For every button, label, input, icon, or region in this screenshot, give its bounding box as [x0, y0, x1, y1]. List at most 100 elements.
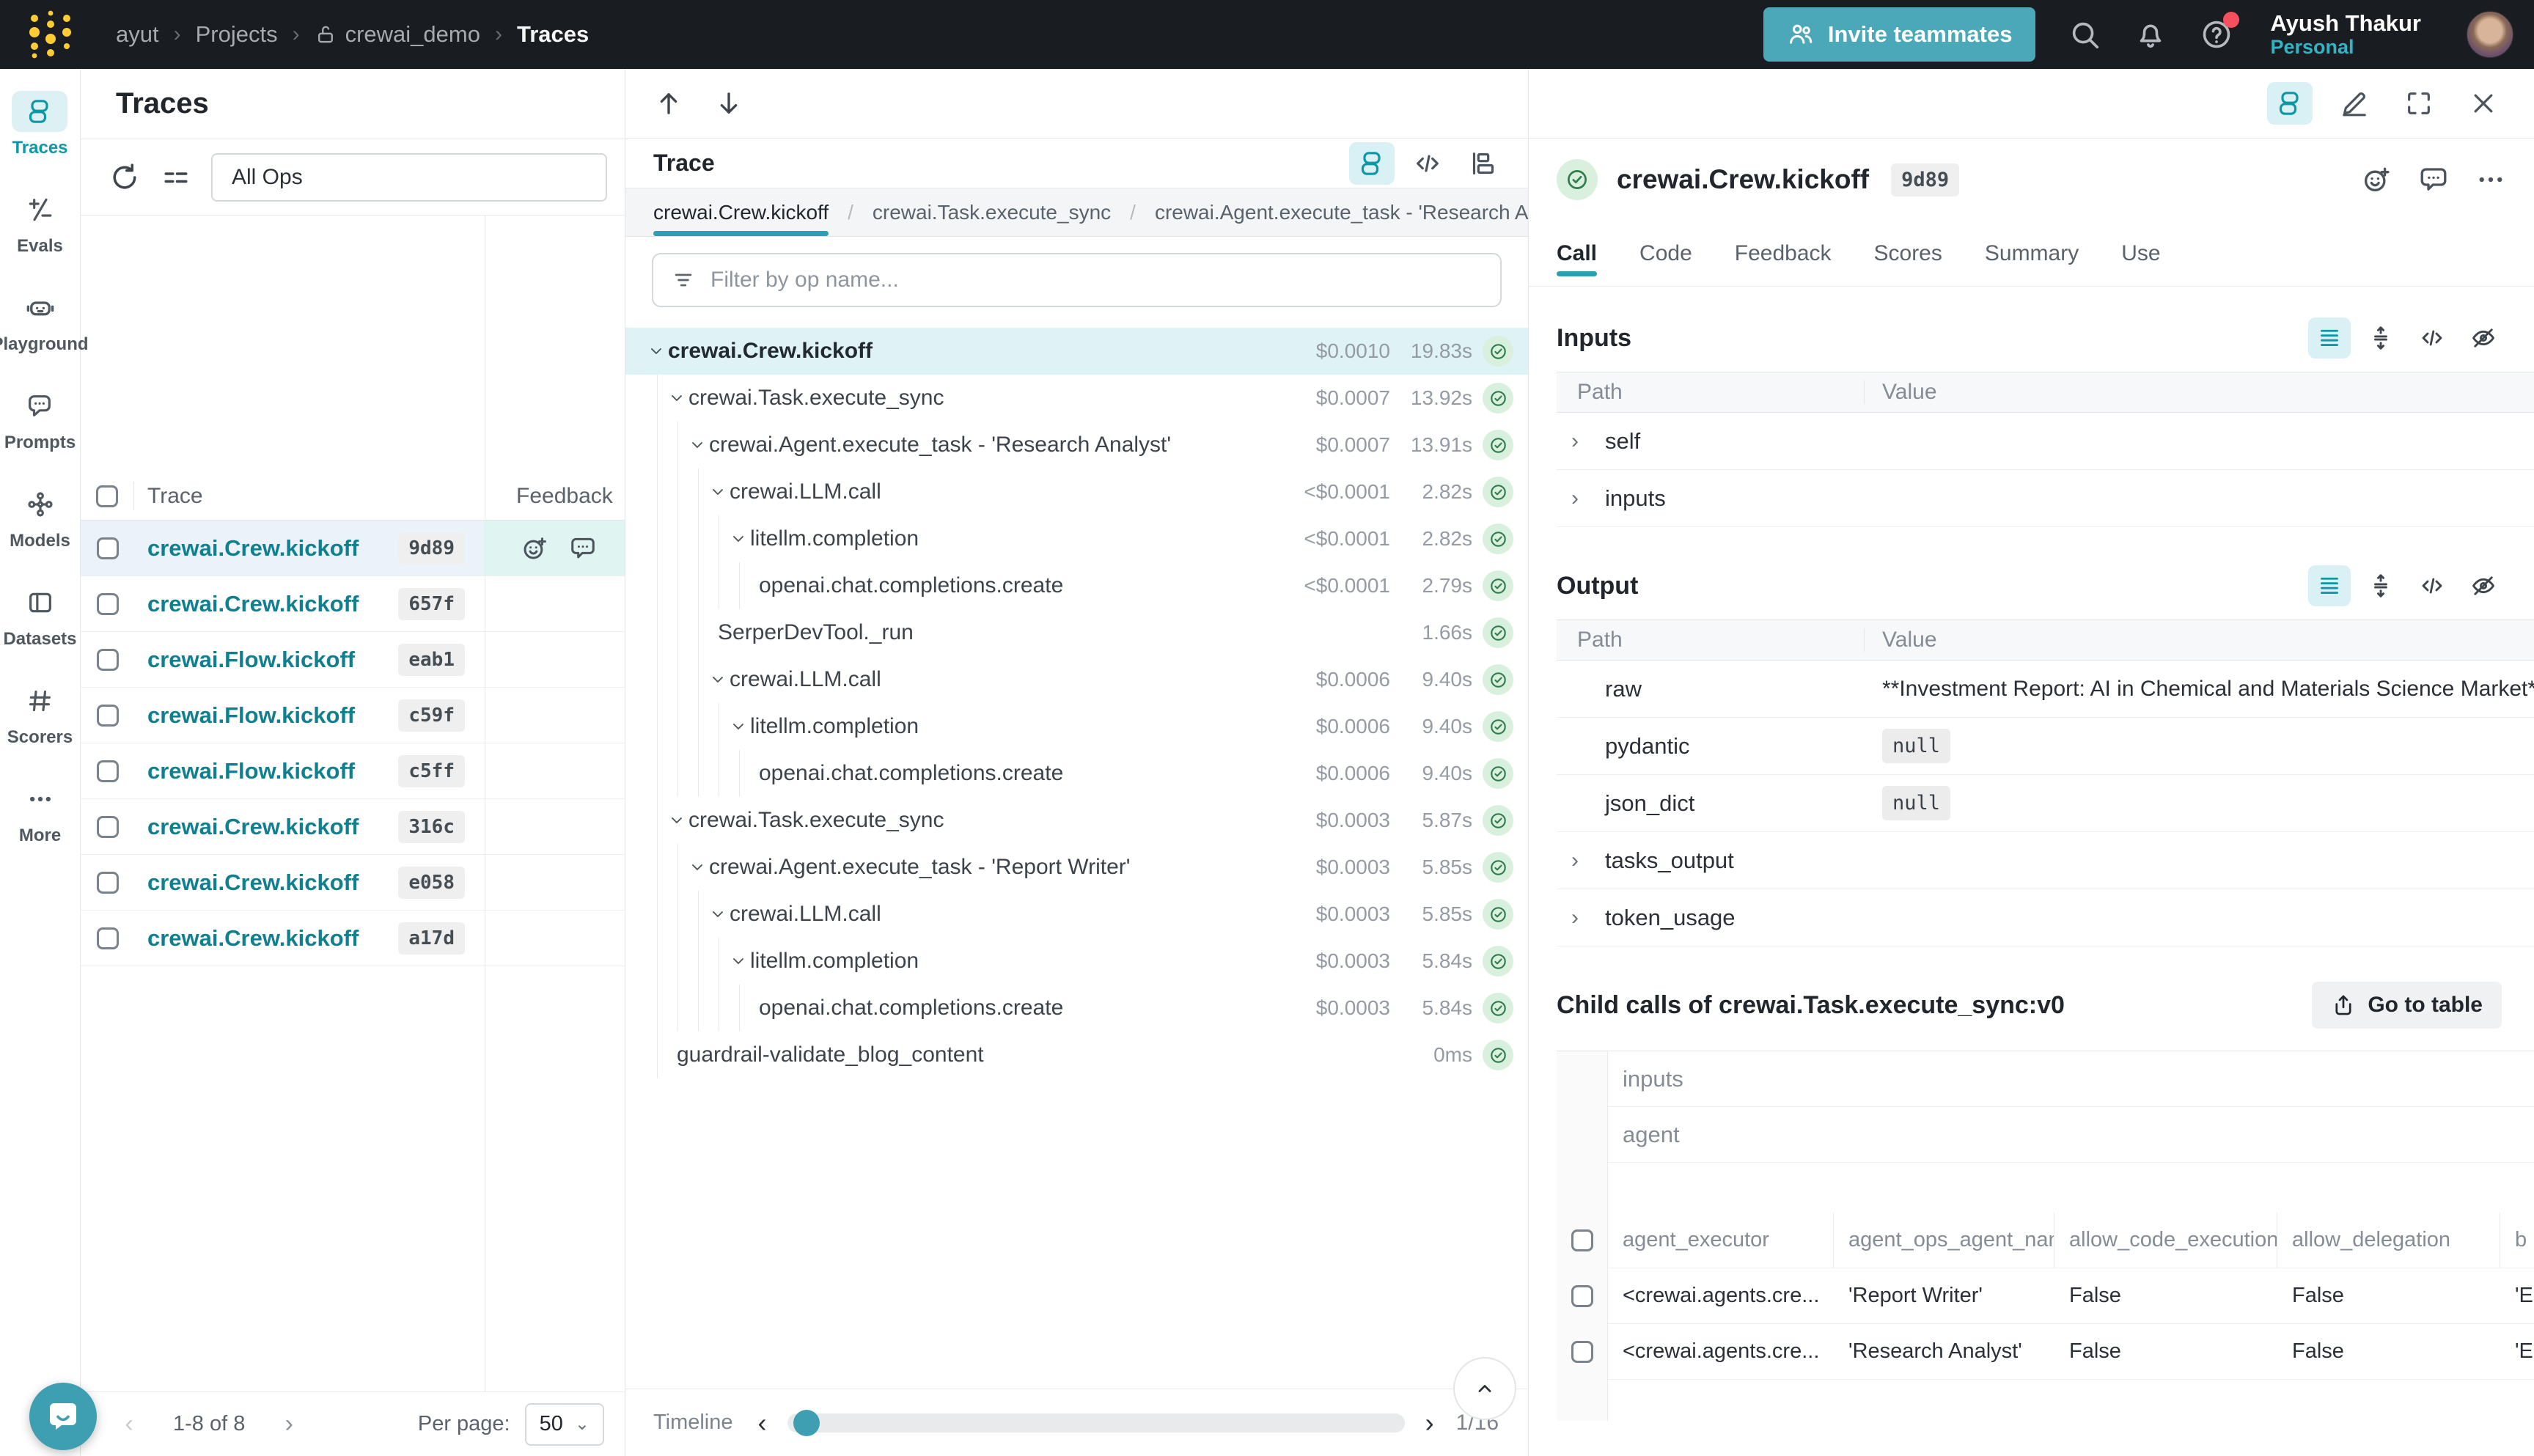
expanded-view-button[interactable]	[2308, 565, 2351, 606]
chevron-down-icon[interactable]	[668, 375, 688, 422]
child-column-header[interactable]: agent_executor	[1608, 1213, 1834, 1268]
breadcrumb-user[interactable]: ayut	[116, 21, 159, 48]
next-page-button[interactable]: ›	[267, 1410, 311, 1438]
fullscreen-icon[interactable]	[2396, 82, 2442, 125]
sidebar-item-models[interactable]: Models	[10, 484, 70, 551]
sidebar-item-scorers[interactable]: Scorers	[7, 680, 73, 748]
timeline-prev-button[interactable]: ‹	[758, 1408, 767, 1438]
row-checkbox[interactable]	[97, 593, 119, 615]
comment-icon[interactable]	[569, 534, 597, 562]
trace-row[interactable]: crewai.Crew.kickoffe058	[81, 855, 625, 911]
invite-teammates-button[interactable]: Invite teammates	[1763, 7, 2036, 62]
tree-node-row[interactable]: crewai.Agent.execute_task - 'Research An…	[625, 422, 1528, 468]
sidebar-item-more[interactable]: More	[12, 779, 68, 846]
search-icon[interactable]	[2068, 18, 2101, 51]
timeline-next-button[interactable]: ›	[1425, 1408, 1434, 1438]
trace-row[interactable]: crewai.Flow.kickoffc59f	[81, 688, 625, 743]
tab-feedback[interactable]: Feedback	[1735, 231, 1832, 276]
trace-op-link[interactable]: crewai.Crew.kickoff	[147, 814, 359, 840]
tree-node-row[interactable]: guardrail-validate_blog_content0ms	[625, 1032, 1528, 1078]
tree-node-row[interactable]: openai.chat.completions.create$0.00035.8…	[625, 985, 1528, 1032]
trace-row[interactable]: crewai.Crew.kickoffa17d	[81, 911, 625, 966]
trace-op-link[interactable]: crewai.Crew.kickoff	[147, 869, 359, 896]
trace-op-link[interactable]: crewai.Flow.kickoff	[147, 647, 355, 673]
child-column-header[interactable]: allow_delegation	[2277, 1213, 2500, 1268]
more-options-icon[interactable]	[2475, 164, 2506, 195]
tree-node-row[interactable]: crewai.LLM.call$0.00035.85s	[625, 891, 1528, 938]
select-all-checkbox[interactable]	[1571, 1229, 1593, 1251]
row-checkbox[interactable]	[97, 760, 119, 782]
trace-path-tab[interactable]: crewai.Agent.execute_task - 'Research An…	[1155, 188, 1528, 236]
trace-op-link[interactable]: crewai.Crew.kickoff	[147, 535, 359, 562]
tree-node-row[interactable]: crewai.Task.execute_sync$0.00035.87s	[625, 797, 1528, 844]
sidebar-item-traces[interactable]: Traces	[12, 91, 67, 158]
chevron-down-icon[interactable]	[730, 938, 750, 985]
tab-use[interactable]: Use	[2121, 231, 2160, 276]
wandb-logo-icon[interactable]	[26, 8, 75, 61]
row-checkbox[interactable]	[97, 816, 119, 838]
prev-page-button[interactable]: ‹	[107, 1410, 151, 1438]
row-checkbox[interactable]	[97, 927, 119, 949]
tree-node-row[interactable]: openai.chat.completions.create$0.00069.4…	[625, 750, 1528, 797]
tree-node-row[interactable]: crewai.Crew.kickoff$0.001019.83s	[625, 328, 1528, 375]
row-checkbox[interactable]	[97, 649, 119, 671]
tree-node-row[interactable]: crewai.Task.execute_sync$0.000713.92s	[625, 375, 1528, 422]
row-checkbox[interactable]	[97, 537, 119, 559]
tree-node-row[interactable]: crewai.LLM.call$0.00069.40s	[625, 656, 1528, 703]
select-all-checkbox[interactable]	[96, 485, 118, 507]
go-to-table-button[interactable]: Go to table	[2312, 982, 2502, 1029]
expand-collapse-button[interactable]	[2359, 317, 2402, 359]
tab-scores[interactable]: Scores	[1874, 231, 1942, 276]
child-table-row[interactable]: <crewai.agents.cre...'Report Writer'Fals…	[1557, 1268, 2534, 1324]
trace-row[interactable]: crewai.Crew.kickoff9d89	[81, 521, 625, 576]
child-column-header[interactable]: agent_ops_agent_nan	[1834, 1213, 2054, 1268]
tree-node-row[interactable]: crewai.Agent.execute_task - 'Report Writ…	[625, 844, 1528, 891]
tab-code[interactable]: Code	[1639, 231, 1692, 276]
chevron-down-icon[interactable]	[709, 656, 730, 703]
tree-node-row[interactable]: SerperDevTool._run1.66s	[625, 609, 1528, 656]
child-column-header[interactable]: allow_code_execution	[2054, 1213, 2277, 1268]
prev-call-arrow-icon[interactable]	[653, 88, 684, 119]
expanded-view-button[interactable]	[2308, 317, 2351, 359]
add-reaction-icon[interactable]	[2361, 164, 2392, 195]
trace-op-link[interactable]: crewai.Crew.kickoff	[147, 925, 359, 952]
chevron-down-icon[interactable]	[668, 797, 688, 844]
sidebar-item-datasets[interactable]: Datasets	[3, 582, 76, 650]
refresh-icon[interactable]	[109, 161, 141, 194]
tree-node-row[interactable]: litellm.completion<$0.00012.82s	[625, 515, 1528, 562]
row-checkbox[interactable]	[1571, 1285, 1593, 1307]
child-column-header[interactable]: b	[2500, 1213, 2534, 1268]
code-view-button[interactable]	[2411, 565, 2453, 606]
show-trace-tree-button[interactable]	[2267, 82, 2313, 125]
tab-call[interactable]: Call	[1557, 231, 1597, 276]
sidebar-item-playground[interactable]: Playground	[0, 287, 89, 355]
row-checkbox[interactable]	[1571, 1341, 1593, 1363]
tree-node-row[interactable]: litellm.completion$0.00069.40s	[625, 703, 1528, 750]
chevron-down-icon[interactable]	[647, 328, 668, 375]
row-checkbox[interactable]	[97, 872, 119, 894]
trace-row[interactable]: crewai.Crew.kickoff657f	[81, 576, 625, 632]
chevron-down-icon[interactable]	[730, 703, 750, 750]
trace-path-tab[interactable]: crewai.Crew.kickoff	[653, 188, 829, 236]
chevron-down-icon[interactable]	[709, 891, 730, 938]
trace-row[interactable]: crewai.Flow.kickoffeab1	[81, 632, 625, 688]
chevron-down-icon[interactable]	[730, 515, 750, 562]
child-table-row[interactable]: <crewai.agents.cre...'Research Analyst'F…	[1557, 1324, 2534, 1380]
tree-view-button[interactable]	[1349, 142, 1395, 185]
notifications-bell-icon[interactable]	[2134, 18, 2167, 51]
chat-support-button[interactable]	[29, 1383, 97, 1450]
sidebar-item-prompts[interactable]: Prompts	[4, 386, 76, 453]
edit-icon[interactable]	[2332, 82, 2377, 125]
chevron-down-icon[interactable]	[709, 468, 730, 515]
op-name-filter-input[interactable]: Filter by op name...	[652, 253, 1502, 307]
chevron-down-icon[interactable]	[688, 422, 709, 468]
next-call-arrow-icon[interactable]	[713, 88, 744, 119]
close-icon[interactable]	[2461, 82, 2506, 125]
tree-node-row[interactable]: openai.chat.completions.create<$0.00012.…	[625, 562, 1528, 609]
ops-filter-select[interactable]: All Ops	[211, 153, 607, 202]
tree-node-row[interactable]: crewai.LLM.call<$0.00012.82s	[625, 468, 1528, 515]
hide-values-button[interactable]	[2462, 565, 2505, 606]
chevron-right-icon[interactable]: ›	[1571, 429, 1605, 454]
collapse-panel-button[interactable]	[1453, 1357, 1516, 1420]
trace-row[interactable]: crewai.Crew.kickoff316c	[81, 799, 625, 855]
